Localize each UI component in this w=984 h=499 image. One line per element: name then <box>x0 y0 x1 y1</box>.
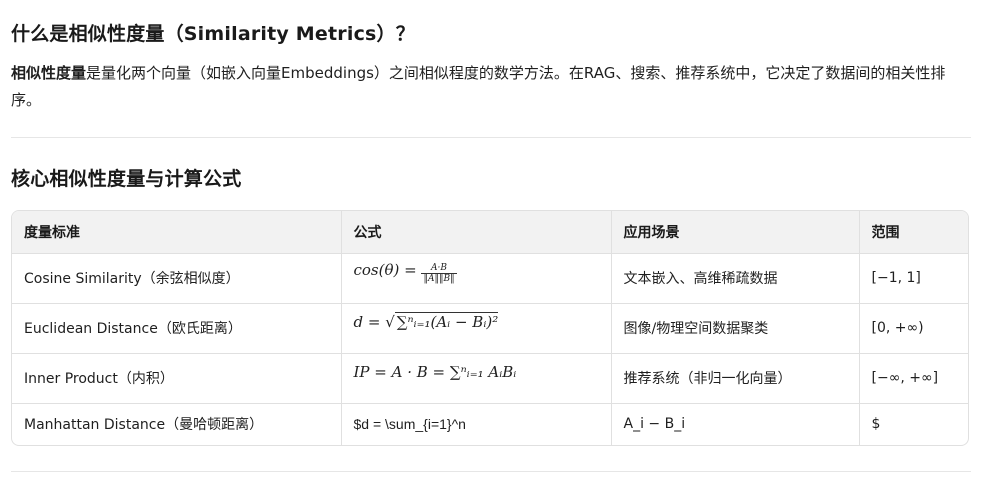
intro-bold-term: 相似性度量 <box>11 64 87 82</box>
formula-numerator: A·B <box>421 263 457 274</box>
cell-range: [0, +∞) <box>859 303 968 354</box>
table-row: Cosine Similarity（余弦相似度） cos(θ) = A·B ‖A‖… <box>12 253 968 304</box>
cell-formula: d = √ ∑ⁿᵢ₌₁(Aᵢ − Bᵢ)² <box>341 303 612 354</box>
divider <box>11 137 971 138</box>
section-title-similarity-metrics: 什么是相似性度量（Similarity Metrics）？ <box>11 23 415 45</box>
header-metric: 度量标准 <box>12 211 342 254</box>
metrics-table-container: 度量标准 公式 应用场景 范围 Cosine Similarity（余弦相似度）… <box>11 210 969 446</box>
cell-use-case: 推荐系统（非归一化向量） <box>611 353 860 404</box>
formula-lhs: d = √ <box>353 312 395 331</box>
table-row: Euclidean Distance（欧氏距离） d = √ ∑ⁿᵢ₌₁(Aᵢ −… <box>12 303 968 354</box>
intro-text: 是量化两个向量（如嵌入向量Embeddings）之间相似程度的数学方法。在RAG… <box>11 64 946 109</box>
cell-use-case: 图像/物理空间数据聚类 <box>611 303 860 354</box>
cell-metric: Manhattan Distance（曼哈顿距离） <box>12 403 342 445</box>
cell-metric: Cosine Similarity（余弦相似度） <box>12 253 342 304</box>
formula-fraction: A·B ‖A‖‖B‖ <box>421 263 457 284</box>
cell-metric: Inner Product（内积） <box>12 353 342 404</box>
cell-use-case: A_i − B_i <box>611 403 860 445</box>
divider <box>11 471 971 472</box>
table-header-row: 度量标准 公式 应用场景 范围 <box>12 211 968 254</box>
metrics-table: 度量标准 公式 应用场景 范围 Cosine Similarity（余弦相似度）… <box>12 211 968 445</box>
intro-paragraph: 相似性度量是量化两个向量（如嵌入向量Embeddings）之间相似程度的数学方法… <box>11 60 971 114</box>
cell-formula: cos(θ) = A·B ‖A‖‖B‖ <box>341 253 612 304</box>
table-row: Manhattan Distance（曼哈顿距离） $d = \sum_{i=1… <box>12 403 968 445</box>
cell-range: [−1, 1] <box>859 253 968 304</box>
formula-radicand: ∑ⁿᵢ₌₁(Aᵢ − Bᵢ)² <box>394 311 499 331</box>
header-formula: 公式 <box>341 211 612 254</box>
section-title-core-metrics: 核心相似性度量与计算公式 <box>11 168 242 190</box>
header-use-case: 应用场景 <box>611 211 860 254</box>
cell-metric: Euclidean Distance（欧氏距离） <box>12 303 342 354</box>
table-row: Inner Product（内积） IP = A · B = ∑ⁿᵢ₌₁ AᵢB… <box>12 353 968 404</box>
header-range: 范围 <box>859 211 968 254</box>
formula-lhs: cos(θ) = <box>353 261 422 279</box>
cell-use-case: 文本嵌入、高维稀疏数据 <box>611 253 860 304</box>
cell-range: [−∞, +∞] <box>859 353 968 404</box>
cell-range: $ <box>871 416 881 433</box>
cell-formula: IP = A · B = ∑ⁿᵢ₌₁ AᵢBᵢ <box>341 353 612 404</box>
cell-formula-raw: $d = \sum_{i=1}^n <box>341 403 612 445</box>
formula-denominator: ‖A‖‖B‖ <box>423 273 455 284</box>
